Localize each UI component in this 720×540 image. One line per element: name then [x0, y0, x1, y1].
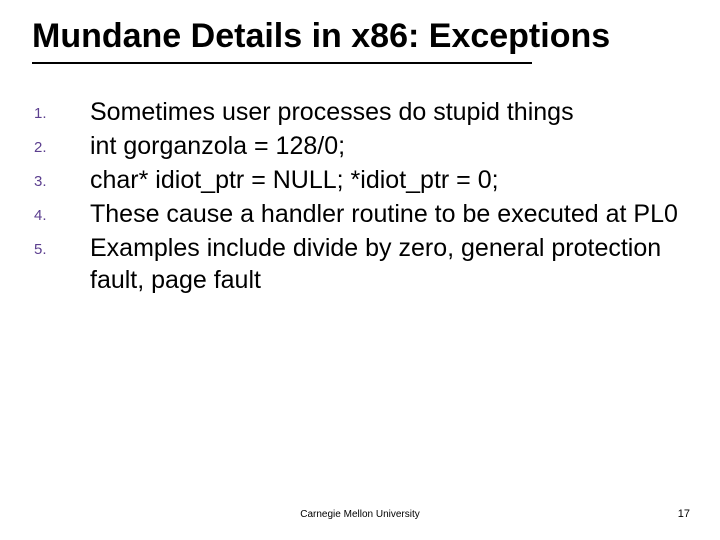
list-item: 4. These cause a handler routine to be e…	[32, 198, 688, 232]
list-text: Examples include divide by zero, general…	[90, 232, 688, 298]
title-underline	[32, 62, 532, 64]
list-text: These cause a handler routine to be exec…	[90, 198, 688, 232]
list-number: 4.	[32, 198, 90, 232]
list-item: 1. Sometimes user processes do stupid th…	[32, 96, 688, 130]
list-text: int gorganzola = 128/0;	[90, 130, 688, 164]
slide: Mundane Details in x86: Exceptions 1. So…	[0, 0, 720, 540]
list-text: char* idiot_ptr = NULL; *idiot_ptr = 0;	[90, 164, 688, 198]
list-number: 2.	[32, 130, 90, 164]
list-item: 3. char* idiot_ptr = NULL; *idiot_ptr = …	[32, 164, 688, 198]
list-number: 1.	[32, 96, 90, 130]
list-number: 3.	[32, 164, 90, 198]
footer-institution: Carnegie Mellon University	[0, 509, 720, 520]
page-number: 17	[678, 508, 690, 520]
list-item: 5. Examples include divide by zero, gene…	[32, 232, 688, 298]
title-text: Mundane Details in x86: Exceptions	[32, 17, 610, 55]
list-text: Sometimes user processes do stupid thing…	[90, 96, 688, 130]
list-item: 2. int gorganzola = 128/0;	[32, 130, 688, 164]
slide-title: Mundane Details in x86: Exceptions	[32, 16, 688, 74]
numbered-list: 1. Sometimes user processes do stupid th…	[32, 96, 688, 298]
list-number: 5.	[32, 232, 90, 298]
